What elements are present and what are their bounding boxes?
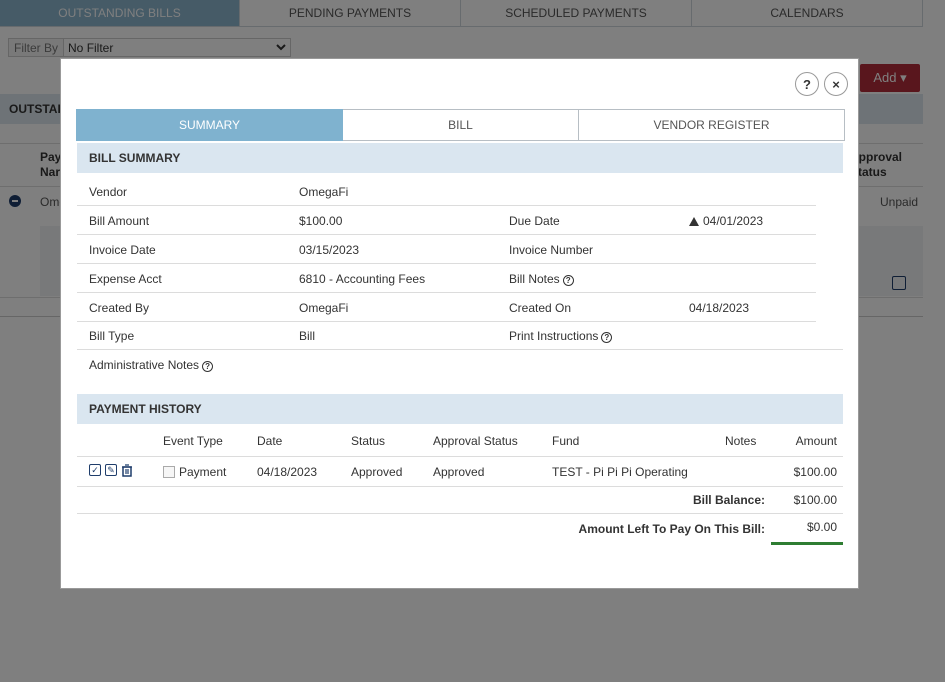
created-by-value: OmegaFi [299,301,349,315]
invoice-date-value: 03/15/2023 [299,243,360,257]
bill-type-value: Bill [299,329,316,343]
tab-vendor-register[interactable]: VENDOR REGISTER [579,109,845,141]
left-to-pay-label: Amount Left To Pay On This Bill: [578,522,765,536]
trash-icon[interactable] [121,464,133,477]
edit-icon[interactable]: ✎ [105,464,117,476]
payment-date: 04/18/2023 [257,465,318,479]
bill-amount-label: Bill Amount [89,214,150,228]
bill-balance-value: $100.00 [793,493,837,507]
total-underline [771,542,843,545]
bill-summary-header: BILL SUMMARY [77,143,843,173]
payment-approval-status: Approved [433,465,485,479]
payment-amount: $100.00 [793,465,837,479]
col-date: Date [257,434,283,448]
bill-balance-label: Bill Balance: [692,493,765,507]
expense-acct-value: 6810 - Accounting Fees [299,272,426,286]
admin-notes: Administrative Notes? [89,358,214,372]
bill-detail-modal: ? × SUMMARY BILL VENDOR REGISTER BILL SU… [60,58,859,589]
modal-tabs: SUMMARY BILL VENDOR REGISTER [76,109,845,141]
bill-type-label: Bill Type [89,329,135,343]
tab-summary[interactable]: SUMMARY [76,109,343,141]
col-status: Status [351,434,386,448]
created-on-label: Created On [509,301,572,315]
event-type: Payment [163,465,226,479]
warning-icon [689,217,699,226]
summary-row-amount: Bill Amount $100.00 Due Date 04/01/2023 [77,206,816,235]
col-event-type: Event Type [163,434,223,448]
due-date: 04/01/2023 [689,214,763,228]
event-type-value: Payment [179,465,227,479]
payment-fund: TEST - Pi Pi Pi Operating [552,465,688,479]
broken-image-icon [163,466,175,478]
bill-balance-row: Bill Balance: $100.00 [77,486,843,514]
invoice-number-label: Invoice Number [509,243,594,257]
table-row: ✓ ✎ Payment 04/18/2023 Approved Approved… [77,456,843,487]
bill-notes-label: Bill Notes [509,272,560,286]
expense-acct-label: Expense Acct [89,272,162,286]
col-amount: Amount [795,434,837,448]
created-on-value: 04/18/2023 [689,301,750,315]
payment-history-header: PAYMENT HISTORY [77,394,843,424]
summary-row-created: Created By OmegaFi Created On 04/18/2023 [77,293,816,322]
close-button[interactable]: × [824,72,848,96]
due-date-label: Due Date [509,214,560,228]
col-approval-status: Approval Status [433,434,518,448]
payment-history-columns: Event Type Date Status Approval Status F… [77,426,843,456]
tab-bill[interactable]: BILL [343,109,579,141]
payment-status: Approved [351,465,403,479]
print-instructions-label: Print Instructions [509,329,599,343]
bill-amount-value: $100.00 [299,214,343,228]
summary-row-vendor: Vendor OmegaFi [77,177,816,206]
help-button[interactable]: ? [795,72,819,96]
help-circle-icon[interactable]: ? [601,332,613,343]
summary-row-invoice: Invoice Date 03/15/2023 Invoice Number [77,235,816,264]
vendor-label: Vendor [89,185,128,199]
help-circle-icon[interactable]: ? [562,275,574,286]
help-circle-icon[interactable]: ? [202,361,214,372]
col-notes: Notes [725,434,757,448]
created-by-label: Created By [89,301,150,315]
col-fund: Fund [552,434,580,448]
bill-notes: Bill Notes? [509,272,574,286]
due-date-value: 04/01/2023 [703,214,764,228]
summary-row-type: Bill Type Bill Print Instructions? [77,321,843,350]
summary-row-admin-notes: Administrative Notes? [77,350,843,379]
left-to-pay-row: Amount Left To Pay On This Bill: $0.00 [77,514,843,542]
summary-row-expense: Expense Acct 6810 - Accounting Fees Bill… [77,264,816,293]
vendor-value: OmegaFi [299,185,349,199]
invoice-date-label: Invoice Date [89,243,156,257]
approve-check-icon[interactable]: ✓ [89,464,101,476]
print-instructions: Print Instructions? [509,329,613,343]
admin-notes-label: Administrative Notes [89,358,200,372]
row-actions: ✓ ✎ [89,464,133,477]
left-to-pay-value: $0.00 [806,520,837,534]
